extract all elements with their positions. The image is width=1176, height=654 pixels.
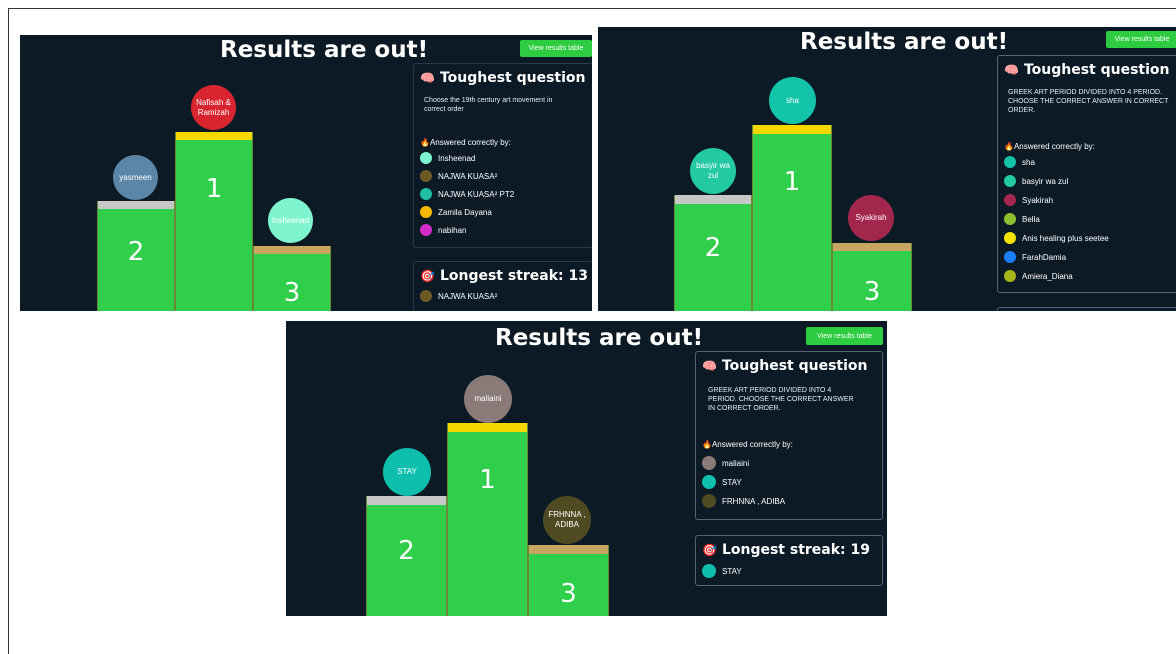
podium-number-2: 2 bbox=[398, 536, 415, 566]
fire-icon: 🔥 bbox=[420, 138, 430, 147]
player-color-icon bbox=[1004, 232, 1016, 244]
podium-number-2: 2 bbox=[127, 237, 145, 267]
results-title: Results are out! bbox=[220, 37, 429, 63]
player-color-icon bbox=[420, 206, 432, 218]
toughest-question-title: 🧠 Toughest question bbox=[702, 358, 868, 374]
avatar-first: sha bbox=[769, 77, 816, 124]
avatar-second: STAY bbox=[383, 448, 431, 496]
longest-streak-panel bbox=[997, 307, 1176, 311]
podium-first: 1 bbox=[447, 423, 528, 616]
podium-number-2: 2 bbox=[704, 233, 722, 263]
question-text: GREEK ART PERIOD DIVIDED INTO 4 PERIOD. … bbox=[1008, 89, 1169, 114]
question-text: Choose the 19th century art movement in … bbox=[424, 97, 553, 113]
player-row: FRHNNA , ADIBA bbox=[702, 494, 785, 508]
podium-third: 3 bbox=[528, 545, 609, 616]
brain-icon: 🧠 bbox=[702, 359, 717, 373]
podium-second: 2 bbox=[366, 496, 447, 616]
question-text: GREEK ART PERIOD DIVIDED INTO 4 PERIOD. … bbox=[708, 387, 854, 412]
podium-third: 3 bbox=[253, 246, 331, 311]
toughest-question-panel: 🧠 Toughest question GREEK ART PERIOD DIVI… bbox=[695, 351, 883, 520]
player-color-icon bbox=[420, 290, 432, 302]
view-results-table-button[interactable]: View results table bbox=[520, 40, 592, 57]
results-screen-3: Results are out! View results table 2 1 … bbox=[286, 321, 887, 616]
toughest-question-title: 🧠 Toughest question bbox=[420, 70, 586, 86]
player-row: STAY bbox=[702, 564, 742, 578]
avatar-second: yasmeen bbox=[113, 155, 158, 200]
results-title: Results are out! bbox=[495, 325, 704, 351]
player-row: NAJWA KUASA² bbox=[420, 170, 497, 182]
player-row: Anis healing plus seetee bbox=[1004, 232, 1109, 244]
longest-streak-title: 🎯 Longest streak: 19 bbox=[702, 542, 871, 558]
results-title: Results are out! bbox=[800, 29, 1009, 55]
fire-icon: 🔥 bbox=[1004, 142, 1014, 151]
target-icon: 🎯 bbox=[420, 269, 435, 283]
player-color-icon bbox=[702, 456, 716, 470]
avatar-first: maliaini bbox=[464, 375, 512, 423]
avatar-first: Nafisah & Ramizah bbox=[191, 85, 236, 130]
avatar-second: basyir wa zul bbox=[690, 148, 736, 194]
answered-correctly-label: 🔥Answered correctly by: bbox=[702, 440, 793, 449]
longest-streak-title: 🎯 Longest streak: 13 bbox=[420, 268, 589, 284]
player-color-icon bbox=[702, 564, 716, 578]
player-color-icon bbox=[702, 494, 716, 508]
avatar-third: FRHNNA , ADIBA bbox=[543, 496, 591, 544]
results-screen-1: Results are out! View results table 2 1 … bbox=[20, 35, 592, 311]
fire-icon: 🔥 bbox=[702, 440, 712, 449]
view-results-table-button[interactable]: View results table bbox=[1106, 31, 1176, 48]
player-color-icon bbox=[1004, 270, 1016, 282]
podium-second: 2 bbox=[97, 201, 175, 311]
podium-second: 2 bbox=[674, 195, 752, 311]
longest-streak-panel: 🎯 Longest streak: 13 NAJWA KUASA² bbox=[413, 261, 592, 311]
player-row: basyir wa zul bbox=[1004, 175, 1068, 187]
podium-number-3: 3 bbox=[863, 277, 881, 307]
podium-number-1: 1 bbox=[479, 465, 496, 495]
podium-first: 1 bbox=[175, 132, 253, 311]
player-row: maliaini bbox=[702, 456, 749, 470]
player-row: FarahDamia bbox=[1004, 251, 1066, 263]
player-color-icon bbox=[420, 170, 432, 182]
player-color-icon bbox=[1004, 156, 1016, 168]
longest-streak-panel: 🎯 Longest streak: 19 STAY bbox=[695, 535, 883, 586]
player-row: Bella bbox=[1004, 213, 1040, 225]
podium-number-3: 3 bbox=[560, 579, 577, 609]
view-results-table-button[interactable]: View results table bbox=[806, 327, 883, 345]
player-row: Amiera_Diana bbox=[1004, 270, 1073, 282]
player-row: Syakirah bbox=[1004, 194, 1053, 206]
player-color-icon bbox=[420, 152, 432, 164]
player-color-icon bbox=[702, 475, 716, 489]
player-row: NAJWA KUASA² PT2 bbox=[420, 188, 514, 200]
player-row: sha bbox=[1004, 156, 1035, 168]
avatar-third: Syakirah bbox=[848, 195, 894, 241]
brain-icon: 🧠 bbox=[420, 71, 435, 85]
results-screen-2: Results are out! View results table 2 1 … bbox=[598, 27, 1176, 311]
toughest-question-panel: 🧠 Toughest question Choose the 19th centu… bbox=[413, 63, 592, 248]
brain-icon: 🧠 bbox=[1004, 63, 1019, 77]
player-row: Insheenad bbox=[420, 152, 475, 164]
podium-number-3: 3 bbox=[283, 278, 301, 308]
podium-number-1: 1 bbox=[783, 167, 801, 197]
podium-first: 1 bbox=[752, 125, 832, 311]
player-row: nabihan bbox=[420, 224, 466, 236]
player-row: NAJWA KUASA² bbox=[420, 290, 497, 302]
player-color-icon bbox=[420, 188, 432, 200]
target-icon: 🎯 bbox=[702, 543, 717, 557]
player-color-icon bbox=[1004, 251, 1016, 263]
toughest-question-title: 🧠 Toughest question bbox=[1004, 62, 1170, 78]
toughest-question-panel: 🧠 Toughest question GREEK ART PERIOD DIVI… bbox=[997, 55, 1176, 293]
player-row: STAY bbox=[702, 475, 742, 489]
player-color-icon bbox=[420, 224, 432, 236]
podium-number-1: 1 bbox=[205, 174, 223, 204]
answered-correctly-label: 🔥Answered correctly by: bbox=[1004, 142, 1095, 151]
avatar-third: Insheenad bbox=[268, 198, 313, 243]
player-color-icon bbox=[1004, 175, 1016, 187]
podium-third: 3 bbox=[832, 243, 912, 311]
player-color-icon bbox=[1004, 213, 1016, 225]
player-color-icon bbox=[1004, 194, 1016, 206]
answered-correctly-label: 🔥Answered correctly by: bbox=[420, 138, 511, 147]
player-row: Zamila Dayana bbox=[420, 206, 492, 218]
